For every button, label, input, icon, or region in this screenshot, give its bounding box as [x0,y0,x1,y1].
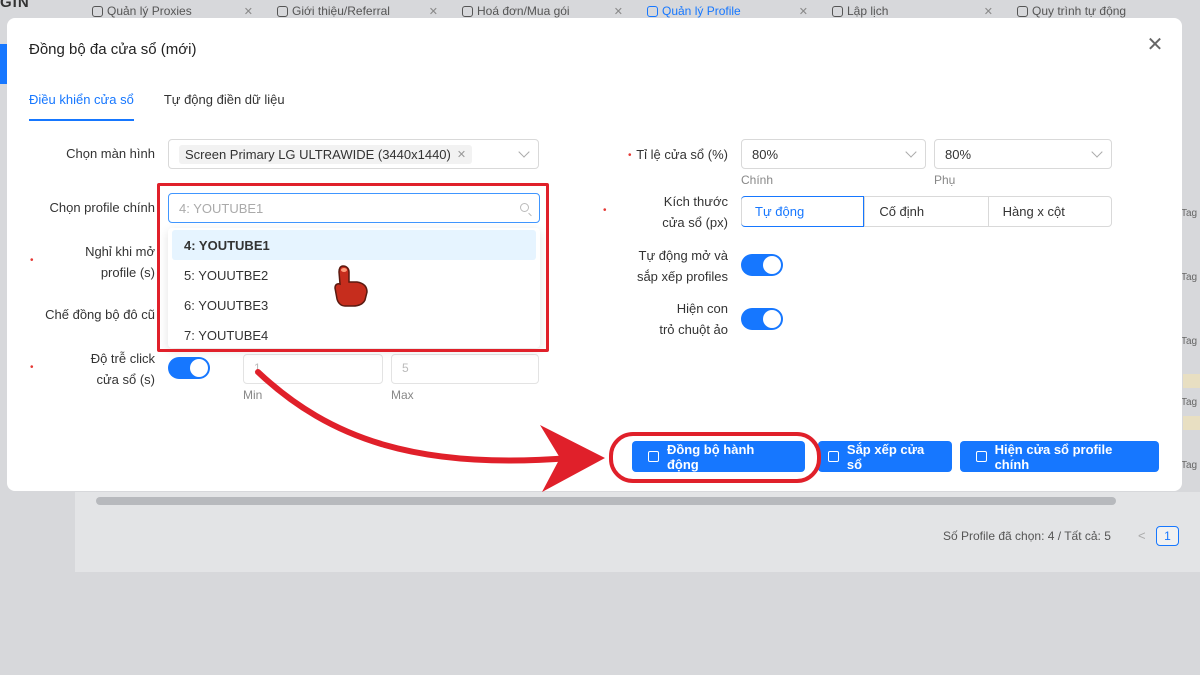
sync-mode-label: Chế đồng bộ đô cũ [45,307,155,322]
required-marker: • [30,362,34,373]
tab-autofill[interactable]: Tự động điền dữ liệu [164,92,285,121]
row-highlight [1183,416,1200,430]
main-hint: Chính [741,173,774,187]
auto-open-label: Tự động mở và sắp xếp profiles [636,248,728,284]
toggle-knob [190,359,208,377]
chevron-down-icon [905,146,917,158]
close-icon[interactable]: ✕ [244,5,253,18]
tag-column-label: Tag [1181,460,1198,471]
delay-max-input[interactable]: 5 [391,354,539,384]
grid-icon [828,451,839,462]
virtual-cursor-label: Hiện con trỏ chuột ảo [659,301,728,337]
screen-label: Chọn màn hình [66,146,155,161]
ratio-sub-select[interactable]: 80% [934,139,1112,169]
close-icon[interactable]: ✕ [799,5,808,18]
chevron-down-icon [1091,146,1103,158]
size-label: Kích thước cửa sổ (px) [662,194,728,230]
show-main-profile-button[interactable]: Hiện cửa sổ profile chính [960,441,1159,472]
max-hint: Max [391,388,414,402]
app-logo: GIN [0,0,30,11]
close-icon[interactable]: ✕ [614,5,623,18]
screen-tag: Screen Primary LG ULTRAWIDE (3440x1440) … [179,144,473,164]
pager-current-page[interactable]: 1 [1156,526,1179,546]
horizontal-scrollbar[interactable] [96,497,1116,505]
click-delay-toggle[interactable] [168,357,210,379]
window-icon [976,451,987,462]
selection-summary: Số Profile đã chọn: 4 / Tất cả: 5 [943,529,1111,543]
close-icon[interactable]: ✕ [429,5,438,18]
ratio-label: Tỉ lệ cửa sổ (%) [636,147,728,162]
close-icon[interactable]: ✕ [984,5,993,18]
calendar-icon [832,5,843,17]
size-option-grid[interactable]: Hàng x cột [987,197,1111,226]
profile-icon [647,5,658,17]
ratio-main-select[interactable]: 80% [741,139,926,169]
pager-prev-button[interactable]: < [1138,528,1146,543]
sidebar-active-indicator [0,44,7,84]
tag-column-label: Tag [1181,208,1198,219]
min-hint: Min [243,388,263,402]
remove-tag-icon[interactable]: ✕ [457,148,466,161]
workflow-icon [1017,5,1028,17]
annotation-highlight-box [157,183,549,352]
tag-column-label: Tag [1181,272,1198,283]
tab-window-control[interactable]: Điều khiển cửa sổ [29,92,134,121]
profile-main-label: Chọn profile chính [49,200,155,215]
annotation-highlight-oval [609,432,821,483]
tag-column-label: Tag [1181,336,1198,347]
delay-min-input[interactable]: 1 [243,354,383,384]
proxy-icon [92,5,103,17]
arrange-windows-button[interactable]: Sắp xếp cửa sổ [818,441,952,472]
tag-column-label: Tag [1181,397,1198,408]
virtual-cursor-toggle[interactable] [741,308,783,330]
auto-open-toggle[interactable] [741,254,783,276]
required-marker: • [30,255,34,266]
size-option-auto[interactable]: Tự động [741,196,865,227]
close-icon[interactable]: ✕ [1146,35,1164,55]
toggle-knob [763,310,781,328]
modal-title: Đồng bộ đa cửa sổ (mới) [29,41,197,58]
sub-hint: Phụ [934,173,956,187]
chevron-down-icon [518,146,530,158]
row-highlight [1183,374,1200,388]
rest-label: Nghỉ khi mở profile (s) [85,244,155,280]
toggle-knob [763,256,781,274]
size-option-fixed[interactable]: Cố định [864,197,987,226]
screen-select[interactable]: Screen Primary LG ULTRAWIDE (3440x1440) … [168,139,539,169]
referral-icon [277,5,288,17]
click-delay-label: Độ trễ click cửa sổ (s) [90,351,155,387]
size-segmented-control: Tự động Cố định Hàng x cột [741,196,1112,227]
modal-tabs: Điều khiển cửa sổ Tự động điền dữ liệu [29,92,285,121]
billing-icon [462,5,473,17]
